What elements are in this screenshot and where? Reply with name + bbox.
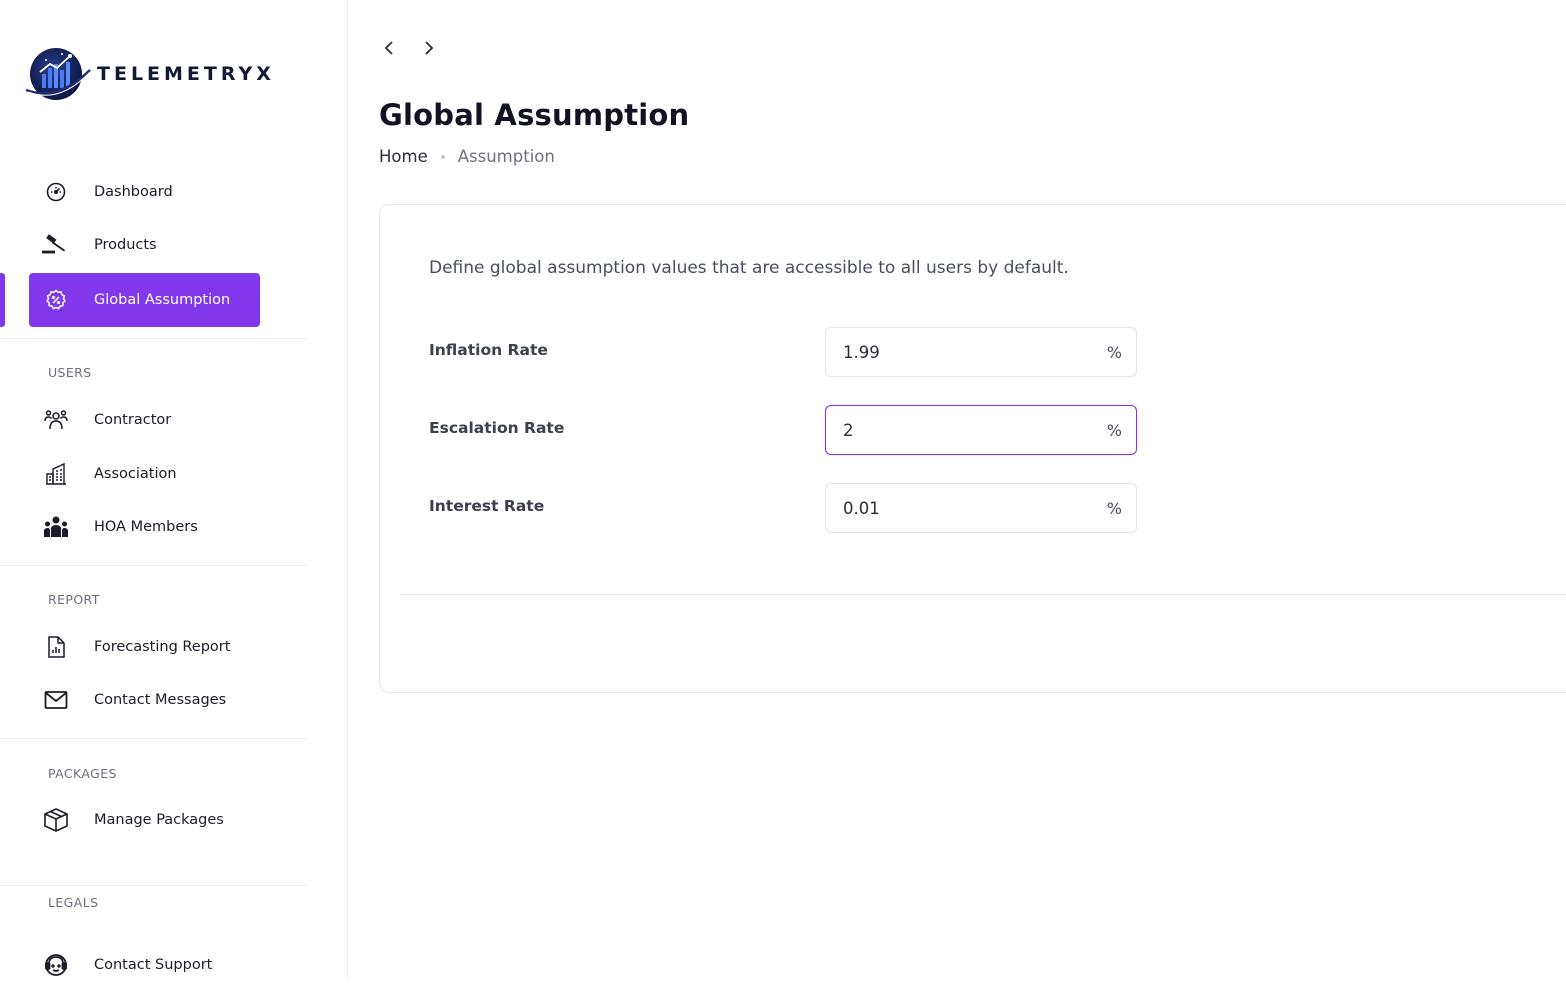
section-title-packages: PACKAGES — [48, 766, 117, 781]
sidebar-item-contact-messages[interactable]: Contact Messages — [29, 673, 260, 727]
assumption-card: Define global assumption values that are… — [379, 204, 1566, 693]
chevron-right-icon — [425, 41, 434, 55]
card-divider — [400, 594, 1566, 595]
sidebar-divider — [0, 565, 308, 566]
sidebar-item-label: Forecasting Report — [94, 639, 231, 655]
interest-rate-unit: % — [1106, 498, 1122, 518]
sidebar-item-products[interactable]: Products — [29, 218, 260, 272]
brand-name: TELEMETRYX — [97, 63, 275, 85]
inflation-rate-label: Inflation Rate — [429, 341, 548, 359]
sidebar: TELEMETRYX Dashboard Products Global Ass… — [0, 0, 348, 979]
sidebar-item-label: Global Assumption — [94, 292, 231, 308]
sidebar-item-hoa-members[interactable]: HOA Members — [29, 500, 260, 554]
sidebar-item-global-assumption[interactable]: Global Assumption — [29, 273, 260, 327]
page-title: Global Assumption — [379, 98, 690, 132]
sidebar-item-label: Contact Messages — [94, 692, 227, 708]
sidebar-divider — [0, 738, 308, 739]
telemetryx-logo-icon — [25, 48, 91, 100]
back-button[interactable] — [377, 36, 401, 60]
people-icon — [41, 512, 71, 542]
section-title-users: USERS — [48, 365, 92, 380]
report-document-icon — [41, 632, 71, 662]
chevron-left-icon — [384, 41, 393, 55]
sidebar-item-label: Dashboard — [94, 184, 173, 200]
breadcrumb: Home Assumption — [379, 147, 555, 166]
inflation-rate-row: Inflation Rate % — [429, 327, 1149, 377]
percent-badge-icon — [41, 285, 71, 315]
sidebar-divider — [0, 338, 308, 339]
sidebar-item-label: Manage Packages — [94, 812, 224, 828]
escalation-rate-row: Escalation Rate % — [429, 405, 1149, 455]
escalation-rate-field[interactable]: % — [825, 405, 1137, 455]
escalation-rate-unit: % — [1106, 420, 1122, 440]
inflation-rate-input[interactable] — [826, 330, 1076, 374]
dashboard-gauge-icon — [41, 177, 71, 207]
sidebar-divider — [0, 885, 308, 886]
interest-rate-field[interactable]: % — [825, 483, 1137, 533]
support-headset-icon — [41, 950, 71, 980]
escalation-rate-input[interactable] — [826, 408, 1076, 452]
breadcrumb-home-link[interactable]: Home — [379, 147, 428, 166]
sidebar-item-label: Products — [94, 237, 157, 253]
sidebar-item-dashboard[interactable]: Dashboard — [29, 165, 260, 219]
sidebar-item-label: Association — [94, 466, 177, 482]
package-box-icon — [41, 805, 71, 835]
section-title-report: REPORT — [48, 592, 100, 607]
escalation-rate-label: Escalation Rate — [429, 419, 565, 437]
sidebar-item-label: Contact Support — [94, 957, 213, 973]
building-icon — [41, 459, 71, 489]
sidebar-item-contractor[interactable]: Contractor — [29, 393, 260, 447]
gavel-icon — [41, 230, 71, 260]
breadcrumb-current: Assumption — [457, 147, 555, 166]
interest-rate-input[interactable] — [826, 486, 1076, 530]
card-description: Define global assumption values that are… — [429, 258, 1069, 278]
interest-rate-row: Interest Rate % — [429, 483, 1149, 533]
brand-logo[interactable]: TELEMETRYX — [24, 44, 275, 104]
sidebar-item-label: HOA Members — [94, 519, 198, 535]
forward-button[interactable] — [417, 36, 441, 60]
inflation-rate-field[interactable]: % — [825, 327, 1137, 377]
sidebar-item-contact-support[interactable]: Contact Support — [29, 938, 260, 992]
envelope-icon — [41, 685, 71, 715]
sidebar-item-forecasting-report[interactable]: Forecasting Report — [29, 620, 260, 674]
history-nav — [377, 36, 441, 60]
interest-rate-label: Interest Rate — [429, 497, 545, 515]
inflation-rate-unit: % — [1106, 342, 1122, 362]
section-title-legals: LEGALS — [48, 895, 99, 910]
users-group-icon — [41, 405, 71, 435]
active-indicator — [0, 273, 5, 327]
sidebar-item-manage-packages[interactable]: Manage Packages — [29, 793, 260, 847]
sidebar-item-association[interactable]: Association — [29, 447, 260, 501]
breadcrumb-separator — [440, 154, 445, 159]
sidebar-item-label: Contractor — [94, 412, 172, 428]
